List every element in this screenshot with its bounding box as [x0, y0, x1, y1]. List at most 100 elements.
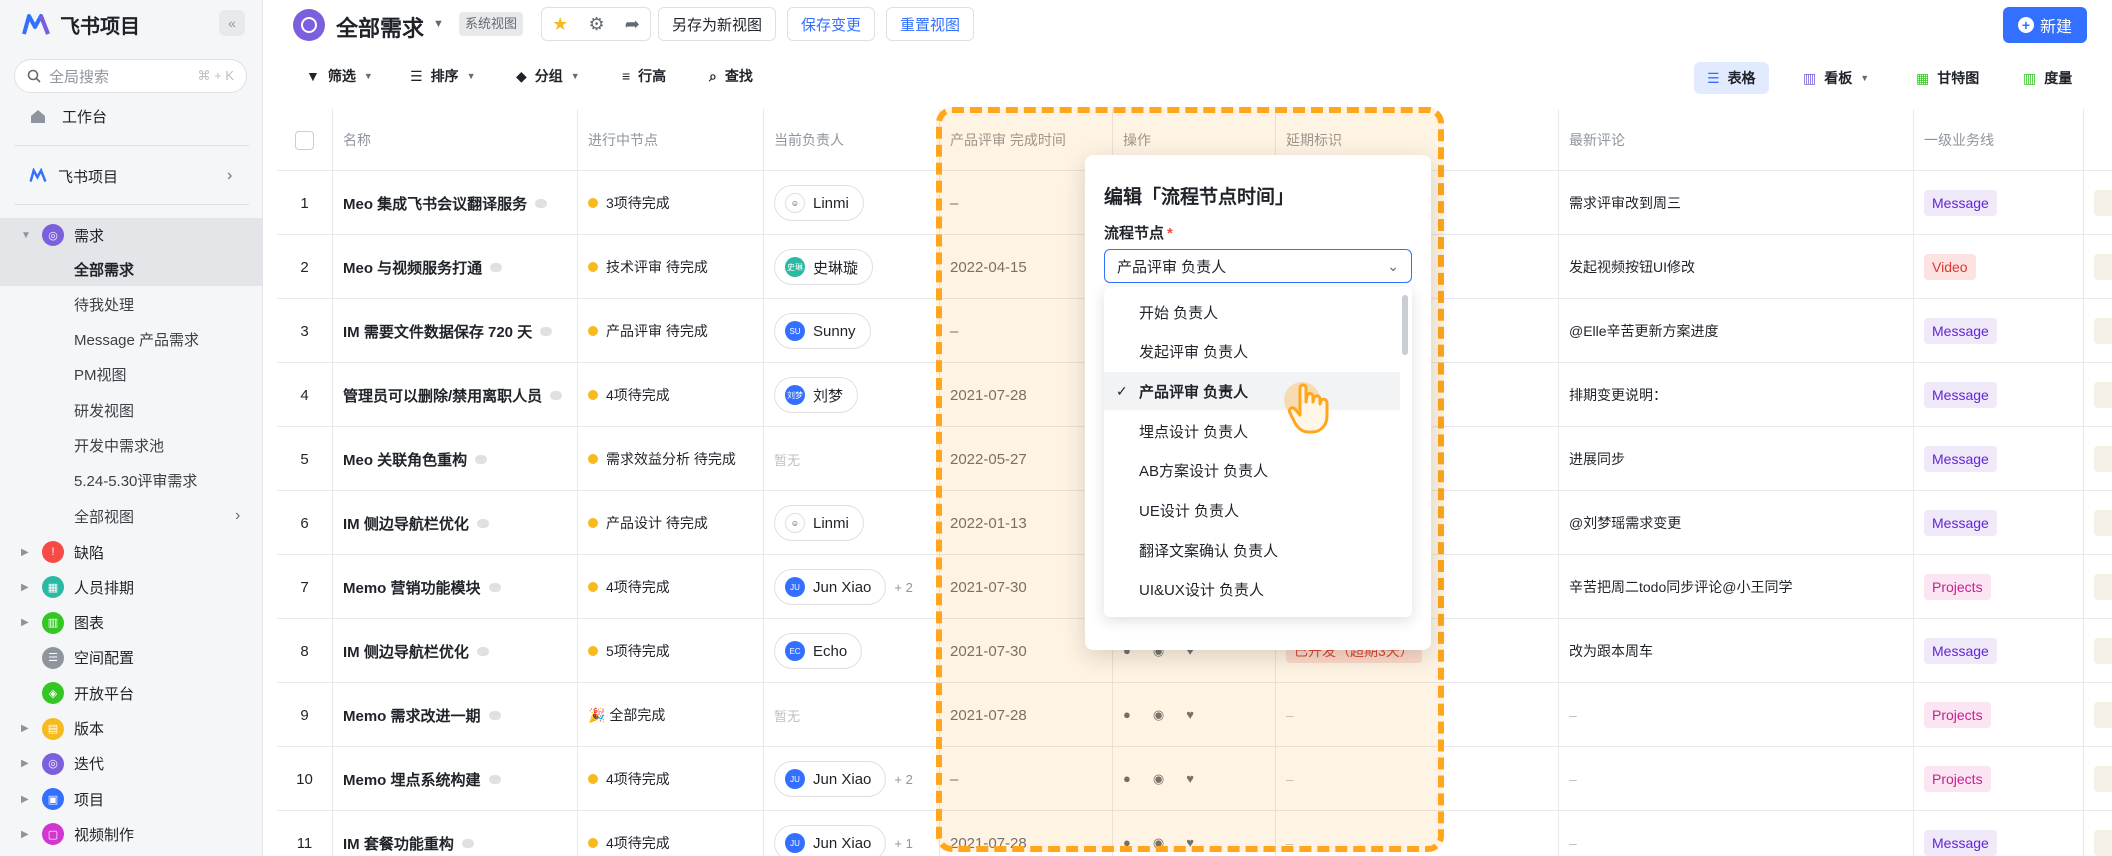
flow-node-select[interactable]: 产品评审 负责人 ⌄ — [1104, 249, 1412, 283]
sidebar-item-space[interactable]: 飞书项目 › — [0, 159, 263, 193]
share-icon[interactable]: ➦ — [625, 14, 640, 35]
owner-pill[interactable]: JU Jun Xiao — [774, 761, 887, 797]
requirement-name[interactable]: Meo 与视频服务打通 — [343, 257, 482, 278]
sidebar-group-item[interactable]: ▶ ▥ 图表 — [0, 606, 263, 640]
view-metric-button[interactable]: ▥ 度量 — [2010, 62, 2085, 94]
requirement-name[interactable]: Meo 关联角色重构 — [343, 449, 467, 470]
business-line-cell[interactable]: Video — [1914, 235, 2084, 299]
comment-bubble-icon[interactable] — [476, 646, 489, 656]
comment-cell[interactable]: 需求评审改到周三 — [1559, 171, 1914, 235]
extra-cell[interactable] — [2084, 555, 2112, 619]
comment-bubble-icon[interactable] — [540, 326, 553, 336]
sort-button[interactable]: ☰ 排序 ▼ — [410, 66, 475, 86]
comment-bubble-icon[interactable] — [488, 774, 501, 784]
owner-pill[interactable]: SU Sunny — [774, 313, 871, 349]
requirement-name-cell[interactable]: Meo 关联角色重构 — [333, 427, 578, 491]
sidebar-view-item[interactable]: Message 产品需求 — [0, 323, 263, 357]
extra-cell[interactable] — [2084, 171, 2112, 235]
owner-cell[interactable]: 暂无 — [764, 683, 940, 747]
comment-cell[interactable]: – — [1559, 747, 1914, 811]
sidebar-item-requirements[interactable]: ▼ ◎ 需求 — [0, 218, 263, 252]
row-height-button[interactable]: ≡ 行高 — [622, 66, 666, 86]
select-all-cell[interactable] — [277, 109, 333, 171]
dropdown-option[interactable]: 翻译文案确认 负责人 — [1104, 531, 1400, 569]
comment-bubble-icon[interactable] — [550, 390, 563, 400]
dropdown-option[interactable]: UE设计 负责人 — [1104, 492, 1400, 530]
sidebar-group-item[interactable]: ▶ ▣ 项目 — [0, 782, 263, 816]
view-gantt-button[interactable]: ▦ 甘特图 — [1903, 62, 1992, 94]
extra-cell[interactable] — [2084, 299, 2112, 363]
requirement-name[interactable]: IM 侧边导航栏优化 — [343, 641, 469, 662]
reset-view-button[interactable]: 重置视图 — [886, 7, 975, 41]
business-line-cell[interactable]: Message — [1914, 299, 2084, 363]
sidebar-view-item[interactable]: PM视图 — [0, 358, 263, 392]
group-button[interactable]: ◆ 分组 ▼ — [516, 66, 580, 86]
caret-right-icon[interactable]: ▶ — [21, 617, 29, 628]
owner-pill[interactable]: 史琳 史琳璇 — [774, 249, 874, 285]
business-line-cell[interactable]: Projects — [1914, 747, 2084, 811]
sidebar-view-item[interactable]: 待我处理 — [0, 287, 263, 321]
node-cell[interactable]: 产品设计 待完成 — [578, 491, 764, 555]
node-cell[interactable]: 4项待完成 — [578, 555, 764, 619]
sidebar-group-item[interactable]: ▶ ◎ 迭代 — [0, 747, 263, 781]
comment-cell[interactable]: 改为跟本周车 — [1559, 619, 1914, 683]
caret-right-icon[interactable]: ▶ — [21, 582, 29, 593]
chevron-down-icon[interactable]: ▼ — [433, 18, 444, 30]
extra-cell[interactable] — [2084, 747, 2112, 811]
owner-cell[interactable]: ☺ Linmi — [764, 171, 940, 235]
requirement-name[interactable]: IM 需要文件数据保存 720 天 — [343, 321, 532, 342]
comment-bubble-icon[interactable] — [476, 518, 489, 528]
caret-right-icon[interactable]: ▶ — [21, 829, 29, 840]
requirement-name-cell[interactable]: IM 套餐功能重构 — [333, 811, 578, 856]
page-title[interactable]: 全部需求 — [336, 11, 424, 43]
column-header-owner[interactable]: 当前负责人 — [764, 109, 940, 171]
requirement-name[interactable]: Meo 集成飞书会议翻译服务 — [343, 193, 527, 214]
dropdown-scrollbar[interactable] — [1402, 295, 1408, 355]
column-header-business-line[interactable]: 一级业务线 — [1914, 109, 2084, 171]
node-cell[interactable]: 3项待完成 — [578, 171, 764, 235]
requirement-name-cell[interactable]: Memo 营销功能模块 — [333, 555, 578, 619]
dropdown-option[interactable]: UI&UX设计 负责人 — [1104, 571, 1400, 609]
requirement-name[interactable]: 管理员可以删除/禁用离职人员 — [343, 385, 542, 406]
dropdown-option[interactable]: 发起评审 负责人 — [1104, 333, 1400, 371]
owner-cell[interactable]: 史琳 史琳璇 — [764, 235, 940, 299]
comment-bubble-icon[interactable] — [461, 838, 474, 848]
dropdown-option[interactable]: 开始 负责人 — [1104, 293, 1400, 331]
business-line-cell[interactable]: Message — [1914, 491, 2084, 555]
extra-cell[interactable] — [2084, 683, 2112, 747]
comment-bubble-icon[interactable] — [475, 454, 488, 464]
requirement-name-cell[interactable]: Memo 需求改进一期 — [333, 683, 578, 747]
comment-cell[interactable]: – — [1559, 811, 1914, 856]
sidebar-item-workbench[interactable]: 工作台 — [0, 99, 263, 133]
view-board-button[interactable]: ▥ 看板 ▼ — [1790, 62, 1882, 94]
requirement-name-cell[interactable]: IM 侧边导航栏优化 — [333, 491, 578, 555]
node-cell[interactable]: 4项待完成 — [578, 363, 764, 427]
extra-cell[interactable] — [2084, 363, 2112, 427]
comment-bubble-icon[interactable] — [535, 198, 548, 208]
requirement-name-cell[interactable]: IM 侧边导航栏优化 — [333, 619, 578, 683]
caret-right-icon[interactable]: ▶ — [21, 547, 29, 558]
filter-button[interactable]: ▼ 筛选 ▼ — [306, 66, 373, 86]
dropdown-option[interactable]: AB方案设计 负责人 — [1104, 452, 1400, 490]
business-line-cell[interactable]: Message — [1914, 171, 2084, 235]
app-brand[interactable]: 飞书项目 — [22, 10, 140, 39]
sidebar-group-item[interactable]: ☰ 空间配置 — [0, 641, 263, 675]
owner-cell[interactable]: 刘梦 刘梦 — [764, 363, 940, 427]
owner-cell[interactable]: ☺ Linmi — [764, 491, 940, 555]
dropdown-option[interactable]: 埋点设计 负责人 — [1104, 412, 1400, 450]
owner-pill[interactable]: JU Jun Xiao — [774, 825, 887, 856]
requirement-name[interactable]: IM 套餐功能重构 — [343, 833, 454, 854]
business-line-cell[interactable]: Message — [1914, 427, 2084, 491]
caret-right-icon[interactable]: ▶ — [21, 758, 29, 769]
extra-cell[interactable] — [2084, 235, 2112, 299]
node-cell[interactable]: 技术评审 待完成 — [578, 235, 764, 299]
sidebar-view-item[interactable]: 5.24-5.30评审需求 — [0, 464, 263, 498]
comment-bubble-icon[interactable] — [490, 262, 503, 272]
comment-cell[interactable]: @Elle辛苦更新方案进度 — [1559, 299, 1914, 363]
find-button[interactable]: ⌕ 查找 — [709, 66, 753, 86]
new-button[interactable]: + 新建 — [2003, 7, 2087, 43]
extra-cell[interactable] — [2084, 427, 2112, 491]
sidebar-view-item[interactable]: 研发视图 — [0, 393, 263, 427]
sidebar-group-item[interactable]: ▶ ▦ 人员排期 — [0, 570, 263, 604]
node-cell[interactable]: 4项待完成 — [578, 747, 764, 811]
